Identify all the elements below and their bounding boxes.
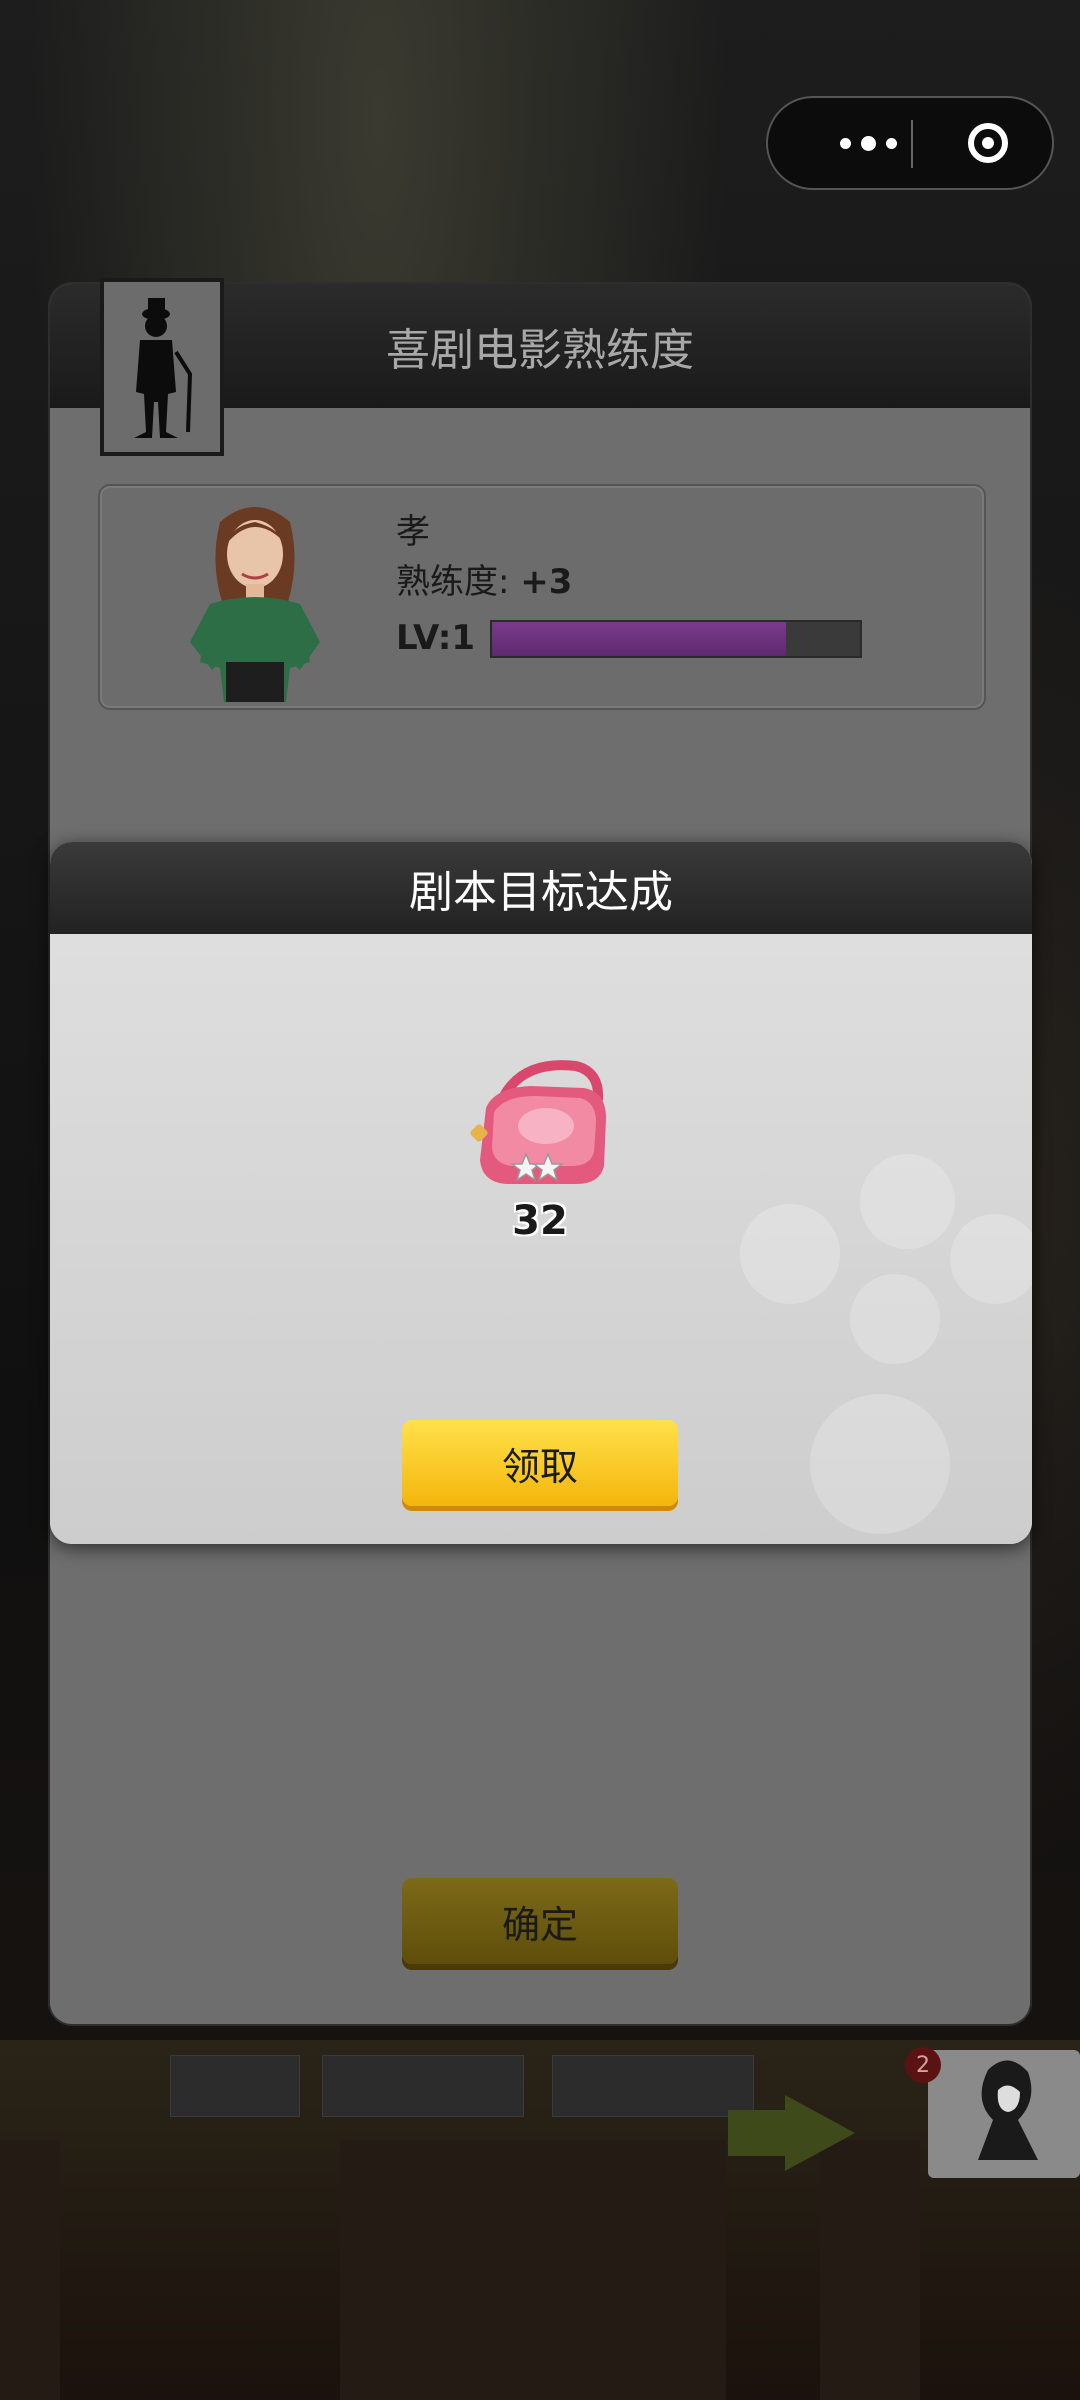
decor-circle: [740, 1204, 840, 1304]
miniprogram-capsule: [766, 96, 1054, 190]
background-panel: [322, 2055, 524, 2117]
proficiency-row: 熟练度: +3: [396, 554, 572, 603]
level-progress-bar: [490, 620, 862, 658]
decor-circle: [810, 1394, 950, 1534]
background-arrow-head: [785, 2095, 855, 2171]
background-column: [0, 2140, 60, 2400]
reward-popup: 剧本目标达成 32 领取: [50, 842, 1032, 1544]
pink-bag-icon[interactable]: [464, 1056, 614, 1196]
background-panel: [552, 2055, 754, 2117]
background-panel: [170, 2055, 300, 2117]
notification-badge: 2: [905, 2047, 941, 2083]
confirm-button[interactable]: 确定: [402, 1878, 678, 1964]
comedy-genre-icon: [100, 278, 224, 456]
actor-name: 孝: [396, 512, 430, 552]
decor-circle: [950, 1214, 1032, 1304]
popup-title: 剧本目标达成: [409, 867, 673, 918]
level-progress-fill: [492, 622, 787, 656]
proficiency-value: +3: [520, 562, 573, 602]
more-dots-icon[interactable]: [808, 98, 928, 188]
decor-circle: [850, 1274, 940, 1364]
actress-portrait: [190, 507, 320, 702]
claim-button[interactable]: 领取: [402, 1420, 678, 1506]
background-arrow: [728, 2110, 788, 2156]
background-column: [820, 2140, 920, 2400]
decor-circle: [860, 1154, 955, 1249]
reward-count: 32: [512, 1198, 568, 1244]
target-close-icon[interactable]: [948, 98, 1028, 188]
capsule-divider: [911, 120, 913, 168]
side-character-icon: [978, 2060, 1038, 2160]
actor-card: 孝 熟练度: +3 LV:1: [98, 484, 986, 710]
level-label: LV:1: [396, 618, 476, 658]
proficiency-label: 熟练度:: [396, 562, 510, 602]
background-column: [340, 2140, 726, 2400]
side-character-card[interactable]: [928, 2050, 1080, 2178]
